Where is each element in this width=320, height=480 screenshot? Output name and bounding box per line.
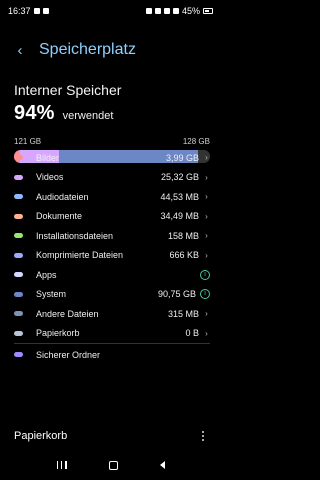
list-item-value: 44,53 MB bbox=[160, 191, 199, 202]
list-item[interactable]: Papierkorb 0 B › bbox=[14, 324, 210, 344]
list-item[interactable]: Andere Dateien 315 MB › bbox=[14, 304, 210, 324]
more-dot bbox=[202, 439, 204, 441]
status-left: 16:37 bbox=[8, 6, 49, 16]
list-item-label: System bbox=[36, 289, 67, 300]
color-dot bbox=[14, 311, 23, 317]
recent-line bbox=[56, 461, 58, 469]
more-button[interactable] bbox=[198, 431, 208, 441]
chevron-right-icon: › bbox=[205, 192, 208, 202]
list-item-value: 90,75 GB bbox=[157, 289, 196, 300]
page-title: Speicherplatz bbox=[39, 41, 136, 58]
list-item-value: 315 MB bbox=[167, 308, 199, 319]
status-bar: 16:37 45% bbox=[0, 0, 221, 22]
recent-apps-button[interactable] bbox=[56, 461, 67, 469]
color-dot bbox=[14, 252, 23, 258]
color-dot bbox=[14, 291, 23, 297]
divider bbox=[14, 343, 210, 344]
bar-labels: 121 GB 128 GB bbox=[14, 137, 210, 146]
used-value: 121 GB bbox=[14, 137, 42, 146]
list-item-value: 158 MB bbox=[167, 230, 199, 241]
color-dot bbox=[14, 233, 23, 239]
chevron-right-icon: › bbox=[205, 328, 208, 338]
lock-icon bbox=[42, 8, 49, 14]
info-icon[interactable]: i bbox=[200, 269, 210, 280]
chevron-left-icon: ‹ bbox=[17, 41, 23, 59]
list-item-label: Andere Dateien bbox=[36, 308, 99, 319]
more-dot bbox=[202, 431, 204, 433]
list-item-label: Dokumente bbox=[36, 211, 83, 222]
navigation-bar bbox=[0, 455, 221, 475]
list-item-label: Installationsdateien bbox=[36, 230, 114, 241]
color-dot bbox=[14, 194, 23, 200]
list-item-label: Apps bbox=[36, 269, 57, 280]
total-value: 128 GB bbox=[182, 137, 210, 146]
time: 16:37 bbox=[8, 6, 31, 16]
list-item-value: 3,99 GB bbox=[165, 152, 199, 163]
list-item-value: 666 KB bbox=[169, 250, 199, 261]
list-item[interactable]: Audiodateien 44,53 MB › bbox=[14, 187, 210, 207]
notification-icon bbox=[33, 8, 40, 14]
battery-icon bbox=[203, 8, 213, 14]
list-item-label: Bilder bbox=[36, 152, 60, 163]
color-dot bbox=[14, 272, 23, 278]
recent-line bbox=[65, 461, 67, 469]
chevron-right-icon: › bbox=[205, 172, 208, 182]
color-dot bbox=[14, 213, 23, 219]
list-item-value: 34,49 MB bbox=[160, 211, 199, 222]
list-item-label: Papierkorb bbox=[36, 328, 80, 339]
list-item-label: Komprimierte Dateien bbox=[36, 250, 124, 261]
chevron-right-icon: › bbox=[205, 250, 208, 260]
chevron-right-icon: › bbox=[205, 211, 208, 221]
list-item[interactable]: Bilder 3,99 GB › bbox=[14, 148, 210, 168]
back-button[interactable]: ‹ bbox=[8, 38, 32, 62]
storage-list: Bilder 3,99 GB › Videos 25,32 GB › Audiodateie… bbox=[14, 148, 210, 365]
bottom-title: Papierkorb bbox=[14, 430, 68, 442]
battery-percent: 45% bbox=[181, 6, 200, 16]
list-item-label: Videos bbox=[36, 172, 64, 183]
chevron-right-icon: › bbox=[205, 153, 208, 163]
app-bar: ‹ Speicherplatz bbox=[0, 38, 221, 62]
recycle-bin-section: Papierkorb bbox=[14, 430, 208, 442]
volume-icon bbox=[154, 8, 161, 14]
status-right: 45% bbox=[145, 6, 213, 16]
list-item-label: Sicherer Ordner bbox=[36, 349, 101, 360]
color-dot bbox=[14, 155, 23, 161]
signal-icon bbox=[172, 8, 179, 14]
color-dot bbox=[14, 330, 23, 336]
list-item[interactable]: Videos 25,32 GB › bbox=[14, 168, 210, 188]
color-dot bbox=[14, 174, 23, 180]
recent-line bbox=[60, 461, 63, 469]
list-item-value: 0 B bbox=[185, 328, 199, 339]
storage-label: Interner Speicher bbox=[14, 82, 122, 98]
list-item[interactable]: Komprimierte Dateien 666 KB › bbox=[14, 246, 210, 266]
info-icon[interactable]: i bbox=[200, 289, 210, 300]
color-dot bbox=[14, 352, 23, 358]
usage-row: 94% verwendet bbox=[14, 102, 210, 125]
more-dot bbox=[202, 435, 204, 437]
chevron-right-icon: › bbox=[205, 231, 208, 241]
home-button[interactable] bbox=[108, 460, 118, 470]
settings-icon bbox=[145, 8, 152, 14]
list-item[interactable]: System 90,75 GB i bbox=[14, 285, 210, 305]
list-item[interactable]: Sicherer Ordner bbox=[14, 345, 210, 365]
back-nav-button[interactable] bbox=[159, 461, 165, 469]
usage-percent: 94% bbox=[14, 102, 55, 124]
usage-text: verwendet bbox=[62, 110, 114, 122]
list-item-value: 25,32 GB bbox=[160, 172, 199, 183]
list-item[interactable]: Apps i bbox=[14, 265, 210, 285]
wifi-icon bbox=[163, 8, 170, 14]
chevron-right-icon: › bbox=[205, 309, 208, 319]
list-item[interactable]: Dokumente 34,49 MB › bbox=[14, 207, 210, 227]
list-item[interactable]: Installationsdateien 158 MB › bbox=[14, 226, 210, 246]
list-item-label: Audiodateien bbox=[36, 191, 89, 202]
